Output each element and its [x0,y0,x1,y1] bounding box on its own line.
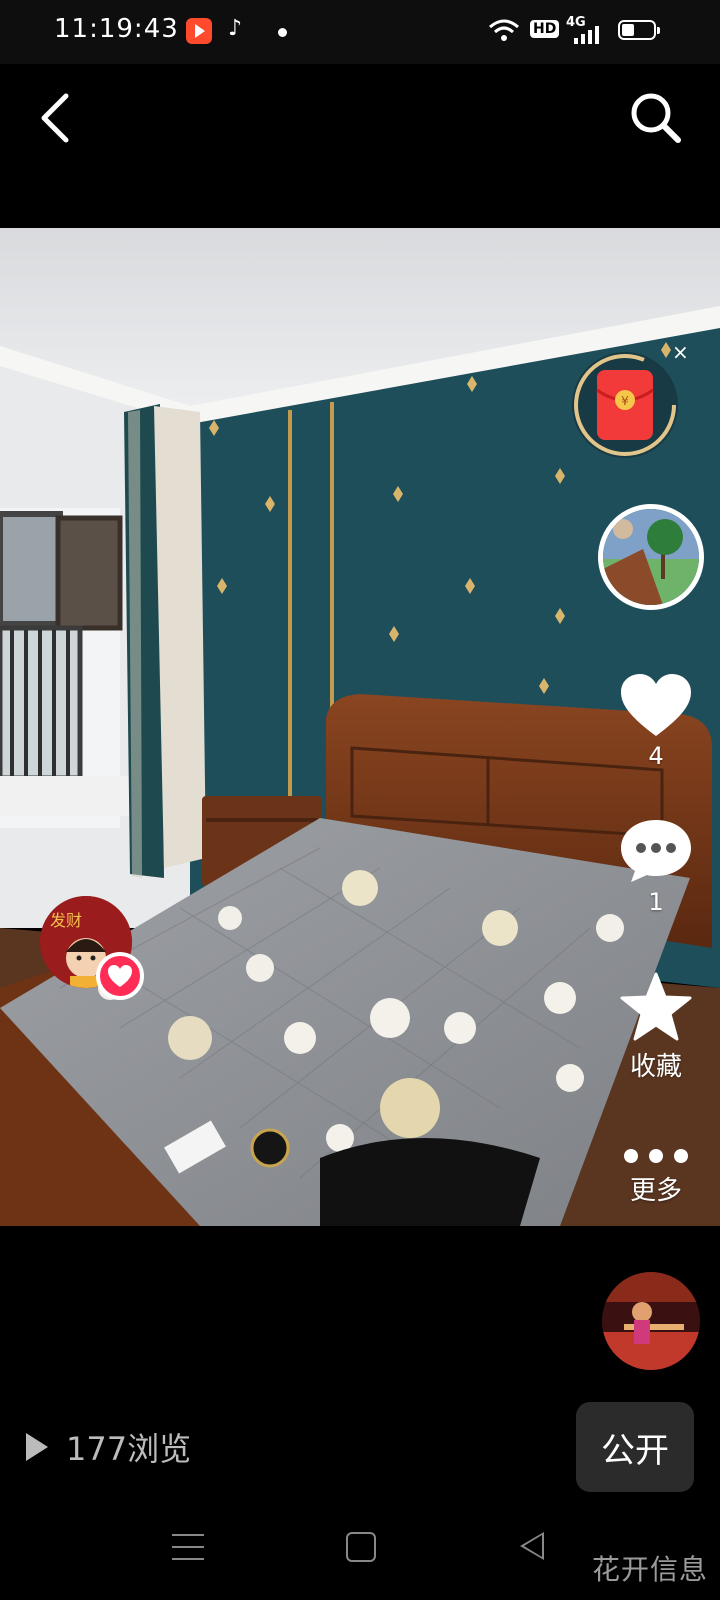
music-disc-avatar[interactable] [602,1272,700,1370]
heart-icon [621,674,691,736]
notification-dot-icon [278,28,287,37]
avatar-image [603,509,699,605]
recent-apps-button[interactable] [172,1534,204,1560]
red-packet-close-button[interactable]: × [672,340,689,364]
comment-bubble-icon [621,820,691,882]
status-time: 11:19:43 [54,14,179,44]
favorite-label: 收藏 [629,1052,682,1082]
like-button[interactable]: 4 [614,672,698,770]
more-dots-icon [624,1149,688,1163]
video-app-icon [186,18,212,44]
search-button[interactable] [626,88,686,148]
home-button[interactable] [346,1532,376,1562]
red-packet-widget[interactable]: ¥ [572,352,678,458]
red-envelope-icon: ¥ [574,354,676,456]
comment-button[interactable]: 1 [614,818,698,916]
heart-icon [108,965,132,987]
view-count-text: 177浏览 [66,1430,192,1468]
status-bar: 11:19:43 ♪ HD 4G [0,0,720,64]
svg-text:发财: 发财 [50,911,82,930]
back-button[interactable] [30,88,86,148]
chevron-left-icon [41,93,69,143]
like-count: 4 [648,742,664,770]
comment-count: 1 [648,888,664,916]
hd-badge: HD [530,20,560,38]
tiktok-icon: ♪ [228,16,243,41]
sticker-heart-button[interactable] [96,952,144,1000]
battery-icon [618,20,660,40]
signal-icon [574,26,599,44]
play-icon [26,1433,48,1461]
more-button[interactable]: 更多 [610,1146,702,1207]
more-label: 更多 [629,1176,682,1206]
star-icon [620,972,692,1041]
view-count: 177浏览 [26,1424,191,1470]
music-disc-image [602,1272,700,1370]
svg-text:¥: ¥ [621,394,629,408]
wifi-icon [489,19,519,41]
visibility-button[interactable]: 公开 [576,1402,694,1492]
author-avatar[interactable] [598,504,704,610]
system-back-icon-inner [524,1535,542,1557]
watermark-text: 花开信息 [591,1553,708,1586]
favorite-button[interactable]: 收藏 [614,972,698,1083]
search-icon [631,93,681,143]
